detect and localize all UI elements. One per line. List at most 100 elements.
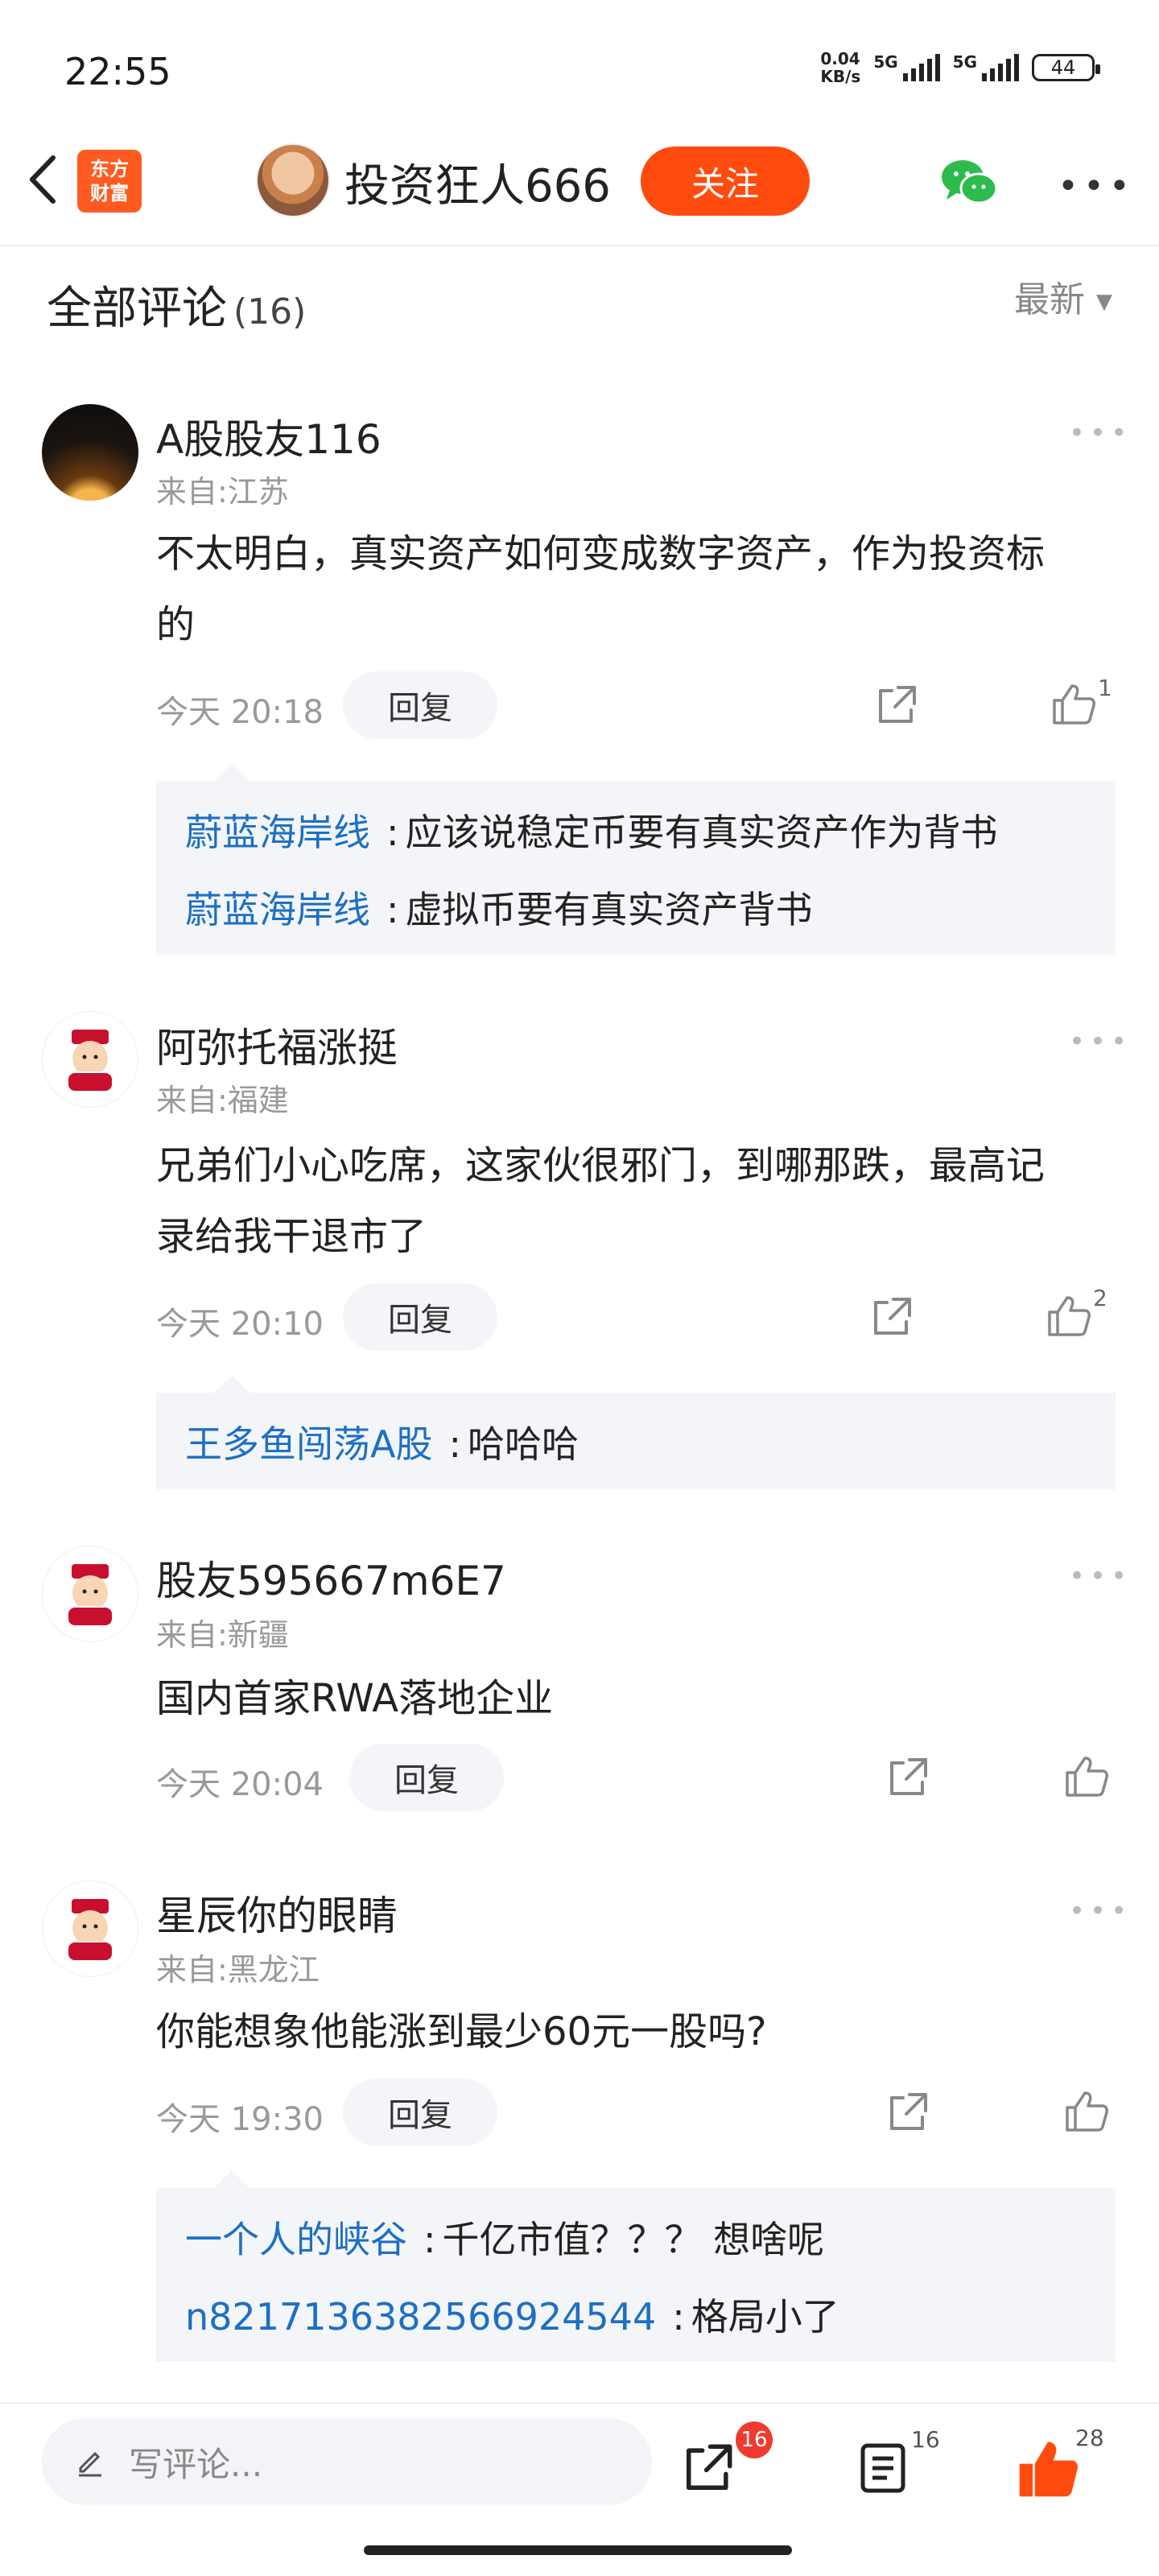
comment-time: 今天 20:18 [156, 694, 324, 731]
comments-title: 全部评论 (16) [47, 272, 306, 337]
status-icons: 0.04 KB/s 5G 5G 44 [820, 50, 1100, 85]
author-name[interactable]: 投资狂人666 [344, 150, 611, 215]
comment-username[interactable]: 阿弥托福涨挺 [156, 1016, 398, 1074]
reply-text: 千亿市值？？？ 想啥呢 [442, 2218, 825, 2261]
reply-button[interactable]: 回复 [349, 1744, 504, 1811]
comment-username[interactable]: 星辰你的眼睛 [156, 1884, 398, 1942]
comment-avatar[interactable] [42, 1880, 138, 1977]
like-icon[interactable] [1064, 1753, 1109, 1798]
comment-count: 16 [911, 2426, 940, 2453]
comment-avatar[interactable] [42, 1011, 138, 1108]
comment-text: 兄弟们小心吃席，这家伙很邪门，到哪那跌，最高记 录给我干退市了 [156, 1130, 1122, 1272]
comment-text: 不太明白，真实资产如何变成数字资产，作为投资标 的 [156, 518, 1122, 660]
reply-author[interactable]: 王多鱼闯荡A股 [185, 1422, 432, 1466]
battery-level: 44 [1050, 56, 1076, 79]
reply-separator: : [448, 1422, 461, 1466]
reply-text: 哈哈哈 [467, 1422, 579, 1466]
reply-author[interactable]: 蔚蓝海岸线 [185, 811, 370, 854]
comment-more-icon[interactable]: ••• [1069, 1895, 1132, 1927]
comment-text-line: 你能想象他能涨到最少60元一股吗? [156, 2009, 767, 2054]
status-bar: 22:55 0.04 KB/s 5G 5G 44 [0, 0, 1159, 121]
like-filled-icon[interactable] [1017, 2438, 1079, 2502]
network-speed: 0.04 KB/s [820, 50, 860, 85]
header-divider [0, 245, 1159, 246]
logo-text-2: 财富 [90, 182, 129, 204]
reply-box-pointer [214, 1375, 250, 1393]
share-bottom-icon[interactable] [681, 2441, 736, 2499]
comment-input[interactable]: 写评论... [42, 2418, 652, 2505]
reply-row[interactable]: 王多鱼闯荡A股: 哈哈哈 [185, 1415, 579, 1468]
share-icon[interactable] [885, 1755, 930, 1800]
share-icon[interactable] [869, 1294, 914, 1340]
comment-location: 来自:江苏 [156, 474, 289, 510]
comment-text-line: 录给我干退市了 [156, 1214, 427, 1259]
comment-text-line: 兄弟们小心吃席，这家伙很邪门，到哪那跌，最高记 [156, 1143, 1046, 1188]
home-indicator[interactable] [364, 2545, 792, 2555]
battery-icon: 44 [1032, 54, 1100, 81]
reply-separator: : [386, 888, 399, 931]
comment-more-icon[interactable]: ••• [1069, 1026, 1132, 1058]
reply-text: 虚拟币要有真实资产背书 [405, 888, 813, 931]
author-avatar[interactable] [256, 143, 330, 217]
comment-time: 今天 20:10 [156, 1306, 324, 1343]
network-type-2: 5G [952, 52, 977, 72]
like-count: 1 [1098, 675, 1112, 701]
reply-button[interactable]: 回复 [343, 2079, 497, 2146]
like-icon[interactable] [1046, 1293, 1091, 1338]
share-icon[interactable] [885, 2090, 930, 2135]
comment-more-icon[interactable]: ••• [1069, 417, 1132, 449]
pen-icon [79, 2451, 101, 2477]
reply-separator: : [423, 2218, 436, 2261]
share-icon[interactable] [874, 683, 919, 728]
like-icon[interactable] [1064, 2088, 1109, 2133]
more-icon[interactable]: ••• [1058, 166, 1135, 207]
caret-down-icon: ▼ [1096, 290, 1112, 314]
reply-author[interactable]: n8217136382566924544 [185, 2295, 656, 2339]
comment-list-icon[interactable] [858, 2441, 909, 2499]
signal-1-icon: 5G [873, 54, 940, 81]
reply-button[interactable]: 回复 [343, 671, 497, 739]
reply-row[interactable]: n8217136382566924544: 格局小了 [185, 2288, 839, 2341]
reply-box-pointer [214, 763, 250, 781]
comment-time: 今天 20:04 [156, 1766, 324, 1803]
reply-box-pointer [214, 2170, 250, 2188]
follow-button[interactable]: 关注 [641, 147, 810, 216]
wechat-icon[interactable] [940, 158, 998, 206]
caishen-avatar-icon [68, 1030, 112, 1091]
logo-text-1: 东方 [90, 158, 129, 180]
sort-dropdown[interactable]: 最新 ▼ [1014, 270, 1112, 322]
reply-author[interactable]: 蔚蓝海岸线 [185, 888, 370, 931]
comment-avatar[interactable] [42, 404, 138, 501]
comment-more-icon[interactable]: ••• [1069, 1560, 1132, 1592]
reply-button[interactable]: 回复 [343, 1283, 497, 1351]
like-count: 2 [1093, 1285, 1107, 1311]
comments-count: (16) [233, 291, 307, 332]
like-total-count: 28 [1075, 2425, 1104, 2451]
comment-text: 你能想象他能涨到最少60元一股吗? [156, 1996, 1122, 2067]
comment-username[interactable]: 股友595667m6E7 [156, 1549, 506, 1607]
comment-avatar[interactable] [42, 1546, 138, 1642]
comment-text-line: 国内首家RWA落地企业 [156, 1676, 554, 1721]
reply-row[interactable]: 蔚蓝海岸线: 应该说稳定币要有真实资产作为背书 [185, 803, 998, 857]
reply-box: 王多鱼闯荡A股: 哈哈哈 [156, 1393, 1116, 1489]
reply-row[interactable]: 一个人的峡谷: 千亿市值？？？ 想啥呢 [185, 2211, 824, 2264]
status-time: 22:55 [64, 50, 171, 93]
reply-author[interactable]: 一个人的峡谷 [185, 2218, 407, 2261]
reply-separator: : [672, 2295, 685, 2339]
app-logo[interactable]: 东方 财富 [77, 150, 142, 213]
comment-text-line: 的 [156, 602, 196, 647]
sort-label: 最新 [1014, 279, 1085, 320]
like-icon[interactable] [1051, 681, 1096, 726]
comment-time: 今天 19:30 [156, 2101, 324, 2138]
comment-location: 来自:新疆 [156, 1617, 289, 1653]
reply-row[interactable]: 蔚蓝海岸线: 虚拟币要有真实资产背书 [185, 881, 813, 934]
reply-box: 蔚蓝海岸线: 应该说稳定币要有真实资产作为背书 蔚蓝海岸线: 虚拟币要有真实资产背书 [156, 781, 1116, 955]
caishen-avatar-icon [68, 1564, 112, 1625]
comment-username[interactable]: A股股友116 [156, 407, 382, 465]
comment-location: 来自:黑龙江 [156, 1952, 320, 1988]
comment-location: 来自:福建 [156, 1083, 289, 1118]
reply-box: 一个人的峡谷: 千亿市值？？？ 想啥呢 n8217136382566924544:… [156, 2188, 1116, 2362]
reply-text: 应该说稳定币要有真实资产作为背书 [405, 811, 998, 854]
back-icon[interactable] [23, 151, 71, 208]
comment-input-placeholder: 写评论... [129, 2444, 263, 2484]
